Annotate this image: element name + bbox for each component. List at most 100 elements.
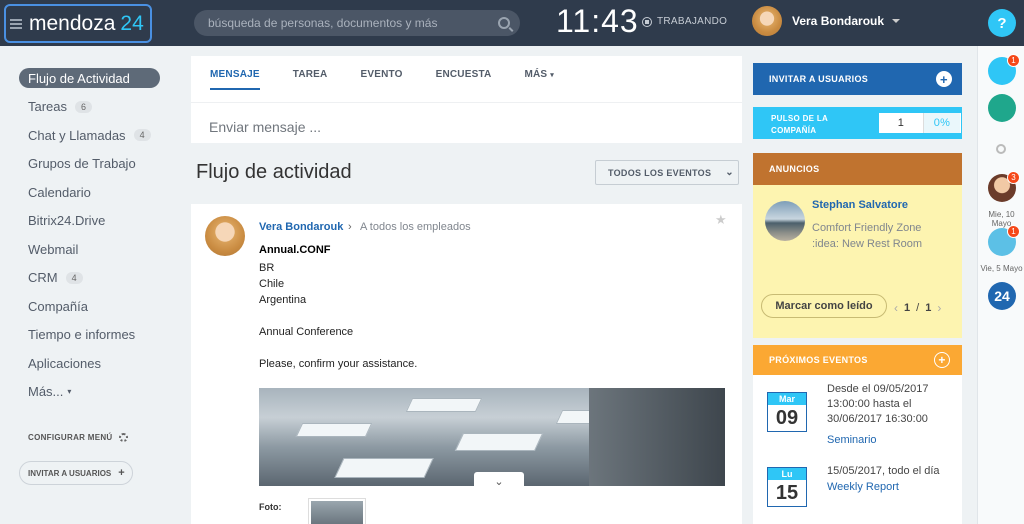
sidebar-item-workgroups[interactable]: Grupos de Trabajo [19, 154, 160, 174]
sidebar-item-label: Compañía [28, 298, 88, 314]
announcement-text[interactable]: Comfort Friendly Zone :idea: New Rest Ro… [812, 220, 922, 252]
events-filter[interactable]: TODOS LOS EVENTOS ⌄ [595, 160, 739, 185]
pulse-percent: 0% [924, 113, 960, 133]
sidebar-item-label: Grupos de Trabajo [28, 156, 136, 171]
photo-label: Foto: [259, 502, 282, 512]
upload-icon[interactable]: 1 [988, 225, 1020, 256]
sidebar-item-crm[interactable]: CRM 4 [19, 268, 160, 288]
top-bar: mendoza 24 11:43 TRABAJANDO Vera Bondaro… [0, 0, 1024, 46]
event-time-line: Desde el 09/05/2017 [827, 383, 929, 395]
configure-menu-button[interactable]: CONFIGURAR MENÚ [28, 433, 128, 442]
chat-icon[interactable] [988, 94, 1016, 122]
event-month: Lu [768, 468, 806, 480]
search-icon[interactable] [498, 17, 510, 29]
logo-number: 24 [120, 11, 144, 35]
post-composer: MENSAJE TAREA EVENTO ENCUESTA MÁS ▾ [191, 56, 742, 143]
tab-poll[interactable]: ENCUESTA [436, 69, 492, 90]
pulse-value: 1 [879, 113, 924, 133]
mark-as-read-button[interactable]: Marcar como leído [761, 294, 887, 318]
contact-avatar[interactable]: 3 [988, 171, 1020, 202]
count-badge: 4 [133, 129, 151, 141]
bell-icon[interactable]: 1 [988, 54, 1020, 85]
announcement-image[interactable] [765, 201, 805, 241]
sidebar-item-applications[interactable]: Aplicaciones [19, 353, 160, 373]
event-day: 15 [775, 482, 799, 504]
event-time: 15/05/2017, todo el día [827, 464, 940, 479]
logo-text: mendoza [29, 11, 116, 35]
sidebar-item-label: CRM [28, 270, 58, 285]
plus-icon: + [118, 467, 125, 479]
event-link[interactable]: Weekly Report [827, 481, 899, 493]
sidebar-item-drive[interactable]: Bitrix24.Drive [19, 211, 160, 231]
tab-more-label: MÁS [524, 69, 548, 80]
page-title: Flujo de actividad [196, 161, 352, 183]
stop-icon [642, 16, 652, 27]
post-line: Chile [259, 278, 285, 290]
star-icon[interactable]: ★ [715, 212, 727, 228]
event-time-line: 13:00:00 hasta el [827, 398, 912, 410]
events-filter-label: TODOS LOS EVENTOS [608, 167, 712, 178]
sidebar-item-chat[interactable]: Chat y Llamadas 4 [19, 125, 160, 145]
chevron-left-icon[interactable]: ‹ [894, 301, 898, 315]
feed-post: Vera Bondarouk › A todos los empleados ★… [191, 204, 742, 524]
right-toolbar: 1 3 Mie, 10 Mayo 1 Vie, 5 Mayo 24 [977, 46, 1024, 524]
expand-post-button[interactable]: ⌄ [474, 472, 524, 490]
invite-users-button[interactable]: INVITAR A USUARIOS + [19, 461, 133, 485]
plus-icon[interactable]: + [934, 352, 950, 368]
tab-event[interactable]: EVENTO [360, 69, 402, 90]
sidebar-item-tasks[interactable]: Tareas 6 [19, 97, 160, 117]
event-time-line: 30/06/2017 16:30:00 [827, 413, 928, 425]
sidebar-item-label: Tiempo e informes [28, 327, 136, 342]
sidebar-item-activity-stream[interactable]: Flujo de Actividad [19, 68, 160, 88]
sidebar-item-company[interactable]: Compañía [19, 296, 160, 316]
search-icon[interactable] [988, 136, 1016, 164]
message-area [191, 102, 742, 142]
menu-icon[interactable] [10, 18, 22, 29]
chevron-down-icon: ▾ [67, 387, 72, 396]
gear-icon [118, 433, 128, 442]
chevron-right-icon[interactable]: › [937, 301, 941, 315]
sidebar-item-label: Flujo de Actividad [28, 70, 130, 86]
clock[interactable]: 11:43 [556, 3, 639, 40]
sidebar-item-more[interactable]: Más... ▾ [19, 382, 160, 402]
logo[interactable]: mendoza 24 [4, 4, 152, 43]
tab-message[interactable]: MENSAJE [210, 69, 260, 90]
tab-more[interactable]: MÁS ▾ [524, 69, 554, 90]
user-menu[interactable]: Vera Bondarouk [752, 6, 901, 36]
sidebar-item-label: Tareas [28, 99, 68, 114]
plus-icon[interactable]: + [936, 71, 952, 87]
count-badge: 4 [65, 271, 83, 284]
photo-thumbnail[interactable] [308, 498, 366, 524]
configure-menu-label: CONFIGURAR MENÚ [28, 433, 113, 442]
sidebar-item-calendar[interactable]: Calendario [19, 182, 160, 202]
tab-task[interactable]: TAREA [293, 69, 328, 90]
announcements-widget: ANUNCIOS Stephan Salvatore Comfort Frien… [753, 153, 962, 338]
post-line: Please, confirm your assistance. [259, 358, 418, 370]
announcement-pager: ‹ 1 / 1 › [894, 301, 941, 315]
announcement-text-line1: Comfort Friendly Zone [812, 222, 922, 234]
help-button[interactable]: ? [988, 9, 1016, 37]
sidebar-item-time-reports[interactable]: Tiempo e informes [19, 325, 160, 345]
upload-badge: 1 [1007, 225, 1020, 238]
search-bar [194, 10, 520, 36]
avatar[interactable] [205, 216, 245, 256]
chevron-down-icon: ⌄ [725, 167, 734, 178]
post-line: Argentina [259, 294, 307, 306]
message-input[interactable] [209, 119, 609, 135]
calendar-date-icon: Mar 09 [767, 392, 807, 432]
bitrix24-icon[interactable]: 24 [988, 282, 1016, 310]
invite-users-widget[interactable]: INVITAR A USUARIOS + [753, 63, 962, 95]
search-input[interactable] [208, 16, 498, 30]
chevron-down-icon: ▾ [550, 72, 554, 79]
date-label: Vie, 5 Mayo [980, 264, 1023, 273]
calendar-date-icon: Lu 15 [767, 467, 807, 507]
event-link[interactable]: Seminario [827, 434, 877, 446]
post-author[interactable]: Vera Bondarouk [259, 221, 343, 233]
company-pulse-widget[interactable]: PULSO DE LA COMPAÑÍA 1 0% [753, 107, 962, 139]
page-total: 1 [925, 302, 932, 314]
announcement-author[interactable]: Stephan Salvatore [812, 199, 908, 211]
event-time-line: 15/05/2017, todo el día [827, 465, 940, 477]
sidebar-item-webmail[interactable]: Webmail [19, 239, 160, 259]
work-status[interactable]: TRABAJANDO [642, 16, 727, 27]
sidebar-item-label: Aplicaciones [28, 355, 101, 371]
